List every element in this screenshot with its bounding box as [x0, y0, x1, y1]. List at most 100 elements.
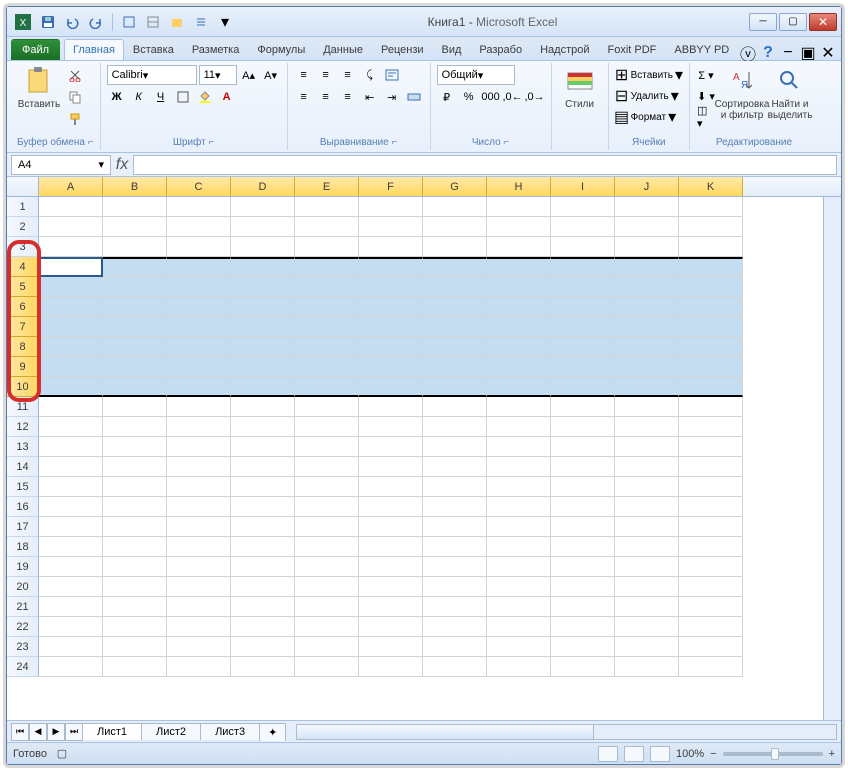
- cell-B18[interactable]: [103, 537, 167, 557]
- cell-J8[interactable]: [615, 337, 679, 357]
- currency-icon[interactable]: ₽: [437, 87, 457, 107]
- maximize-button[interactable]: ▢: [779, 13, 807, 31]
- cell-H6[interactable]: [487, 297, 551, 317]
- cell-K12[interactable]: [679, 417, 743, 437]
- view-break-icon[interactable]: [650, 746, 670, 762]
- cell-E10[interactable]: [295, 377, 359, 397]
- zoom-out-button[interactable]: −: [710, 748, 716, 760]
- col-header-F[interactable]: F: [359, 177, 423, 196]
- merge-icon[interactable]: [404, 87, 424, 107]
- shrink-font-icon[interactable]: A▾: [261, 65, 281, 85]
- save-icon[interactable]: [37, 11, 59, 33]
- cell-F15[interactable]: [359, 477, 423, 497]
- cell-G13[interactable]: [423, 437, 487, 457]
- cell-F3[interactable]: [359, 237, 423, 257]
- cell-C23[interactable]: [167, 637, 231, 657]
- cell-C9[interactable]: [167, 357, 231, 377]
- worksheet-grid[interactable]: ABCDEFGHIJK 1234567891011121314151617181…: [7, 177, 841, 720]
- row-header-21[interactable]: 21: [7, 597, 39, 617]
- cell-H2[interactable]: [487, 217, 551, 237]
- cell-B9[interactable]: [103, 357, 167, 377]
- cell-F14[interactable]: [359, 457, 423, 477]
- format-painter-icon[interactable]: [65, 109, 85, 129]
- cell-B15[interactable]: [103, 477, 167, 497]
- cell-D7[interactable]: [231, 317, 295, 337]
- cell-F16[interactable]: [359, 497, 423, 517]
- cell-C20[interactable]: [167, 577, 231, 597]
- cell-A16[interactable]: [39, 497, 103, 517]
- cell-G2[interactable]: [423, 217, 487, 237]
- cell-C24[interactable]: [167, 657, 231, 677]
- cell-F13[interactable]: [359, 437, 423, 457]
- cell-A11[interactable]: [39, 397, 103, 417]
- sheet-nav-last[interactable]: ⏭: [65, 723, 83, 741]
- cell-F8[interactable]: [359, 337, 423, 357]
- qat-btn-3[interactable]: [166, 11, 188, 33]
- tab-file[interactable]: Файл: [11, 39, 60, 60]
- cell-G21[interactable]: [423, 597, 487, 617]
- cell-A24[interactable]: [39, 657, 103, 677]
- inc-decimal-icon[interactable]: ,0←: [503, 87, 523, 107]
- cells-delete-button[interactable]: ⊟Удалить ▾: [615, 86, 679, 106]
- bold-button[interactable]: Ж: [107, 87, 127, 107]
- cell-H1[interactable]: [487, 197, 551, 217]
- undo-icon[interactable]: [61, 11, 83, 33]
- cell-I17[interactable]: [551, 517, 615, 537]
- doc-min-icon[interactable]: −: [781, 46, 795, 60]
- cell-E7[interactable]: [295, 317, 359, 337]
- cell-A1[interactable]: [39, 197, 103, 217]
- cell-F24[interactable]: [359, 657, 423, 677]
- cell-K14[interactable]: [679, 457, 743, 477]
- indent-dec-icon[interactable]: ⇤: [360, 87, 380, 107]
- cell-F22[interactable]: [359, 617, 423, 637]
- tab-data[interactable]: Данные: [314, 39, 372, 60]
- font-size-combo[interactable]: 11 ▾: [199, 65, 237, 85]
- cell-E1[interactable]: [295, 197, 359, 217]
- cell-K21[interactable]: [679, 597, 743, 617]
- cell-K19[interactable]: [679, 557, 743, 577]
- cell-K22[interactable]: [679, 617, 743, 637]
- cell-H14[interactable]: [487, 457, 551, 477]
- cell-I2[interactable]: [551, 217, 615, 237]
- align-middle-icon[interactable]: ≡: [316, 65, 336, 85]
- cell-I7[interactable]: [551, 317, 615, 337]
- row-header-14[interactable]: 14: [7, 457, 39, 477]
- cell-J2[interactable]: [615, 217, 679, 237]
- align-center-icon[interactable]: ≡: [316, 87, 336, 107]
- cell-F5[interactable]: [359, 277, 423, 297]
- cell-K20[interactable]: [679, 577, 743, 597]
- cell-A22[interactable]: [39, 617, 103, 637]
- cell-J24[interactable]: [615, 657, 679, 677]
- cell-C14[interactable]: [167, 457, 231, 477]
- cell-D9[interactable]: [231, 357, 295, 377]
- row-header-16[interactable]: 16: [7, 497, 39, 517]
- cell-H16[interactable]: [487, 497, 551, 517]
- autosum-icon[interactable]: Σ ▾: [696, 65, 716, 85]
- cell-J23[interactable]: [615, 637, 679, 657]
- cell-H5[interactable]: [487, 277, 551, 297]
- macro-rec-icon[interactable]: ▢: [55, 747, 69, 761]
- row-header-22[interactable]: 22: [7, 617, 39, 637]
- cell-C4[interactable]: [167, 257, 231, 277]
- cell-K8[interactable]: [679, 337, 743, 357]
- cell-F19[interactable]: [359, 557, 423, 577]
- row-header-19[interactable]: 19: [7, 557, 39, 577]
- ribbon-minimize-icon[interactable]: ⓥ: [741, 46, 755, 60]
- row-header-10[interactable]: 10: [7, 377, 39, 397]
- styles-button[interactable]: Стили: [558, 65, 602, 110]
- cell-C1[interactable]: [167, 197, 231, 217]
- cell-C5[interactable]: [167, 277, 231, 297]
- find-select-button[interactable]: Найти и выделить: [768, 65, 812, 121]
- cell-F7[interactable]: [359, 317, 423, 337]
- cell-F1[interactable]: [359, 197, 423, 217]
- grow-font-icon[interactable]: A▴: [239, 65, 259, 85]
- cell-A14[interactable]: [39, 457, 103, 477]
- cell-F4[interactable]: [359, 257, 423, 277]
- cell-G3[interactable]: [423, 237, 487, 257]
- cell-H23[interactable]: [487, 637, 551, 657]
- cell-B11[interactable]: [103, 397, 167, 417]
- cell-I5[interactable]: [551, 277, 615, 297]
- qat-more-icon[interactable]: ▾: [214, 11, 236, 33]
- cell-K6[interactable]: [679, 297, 743, 317]
- cell-B1[interactable]: [103, 197, 167, 217]
